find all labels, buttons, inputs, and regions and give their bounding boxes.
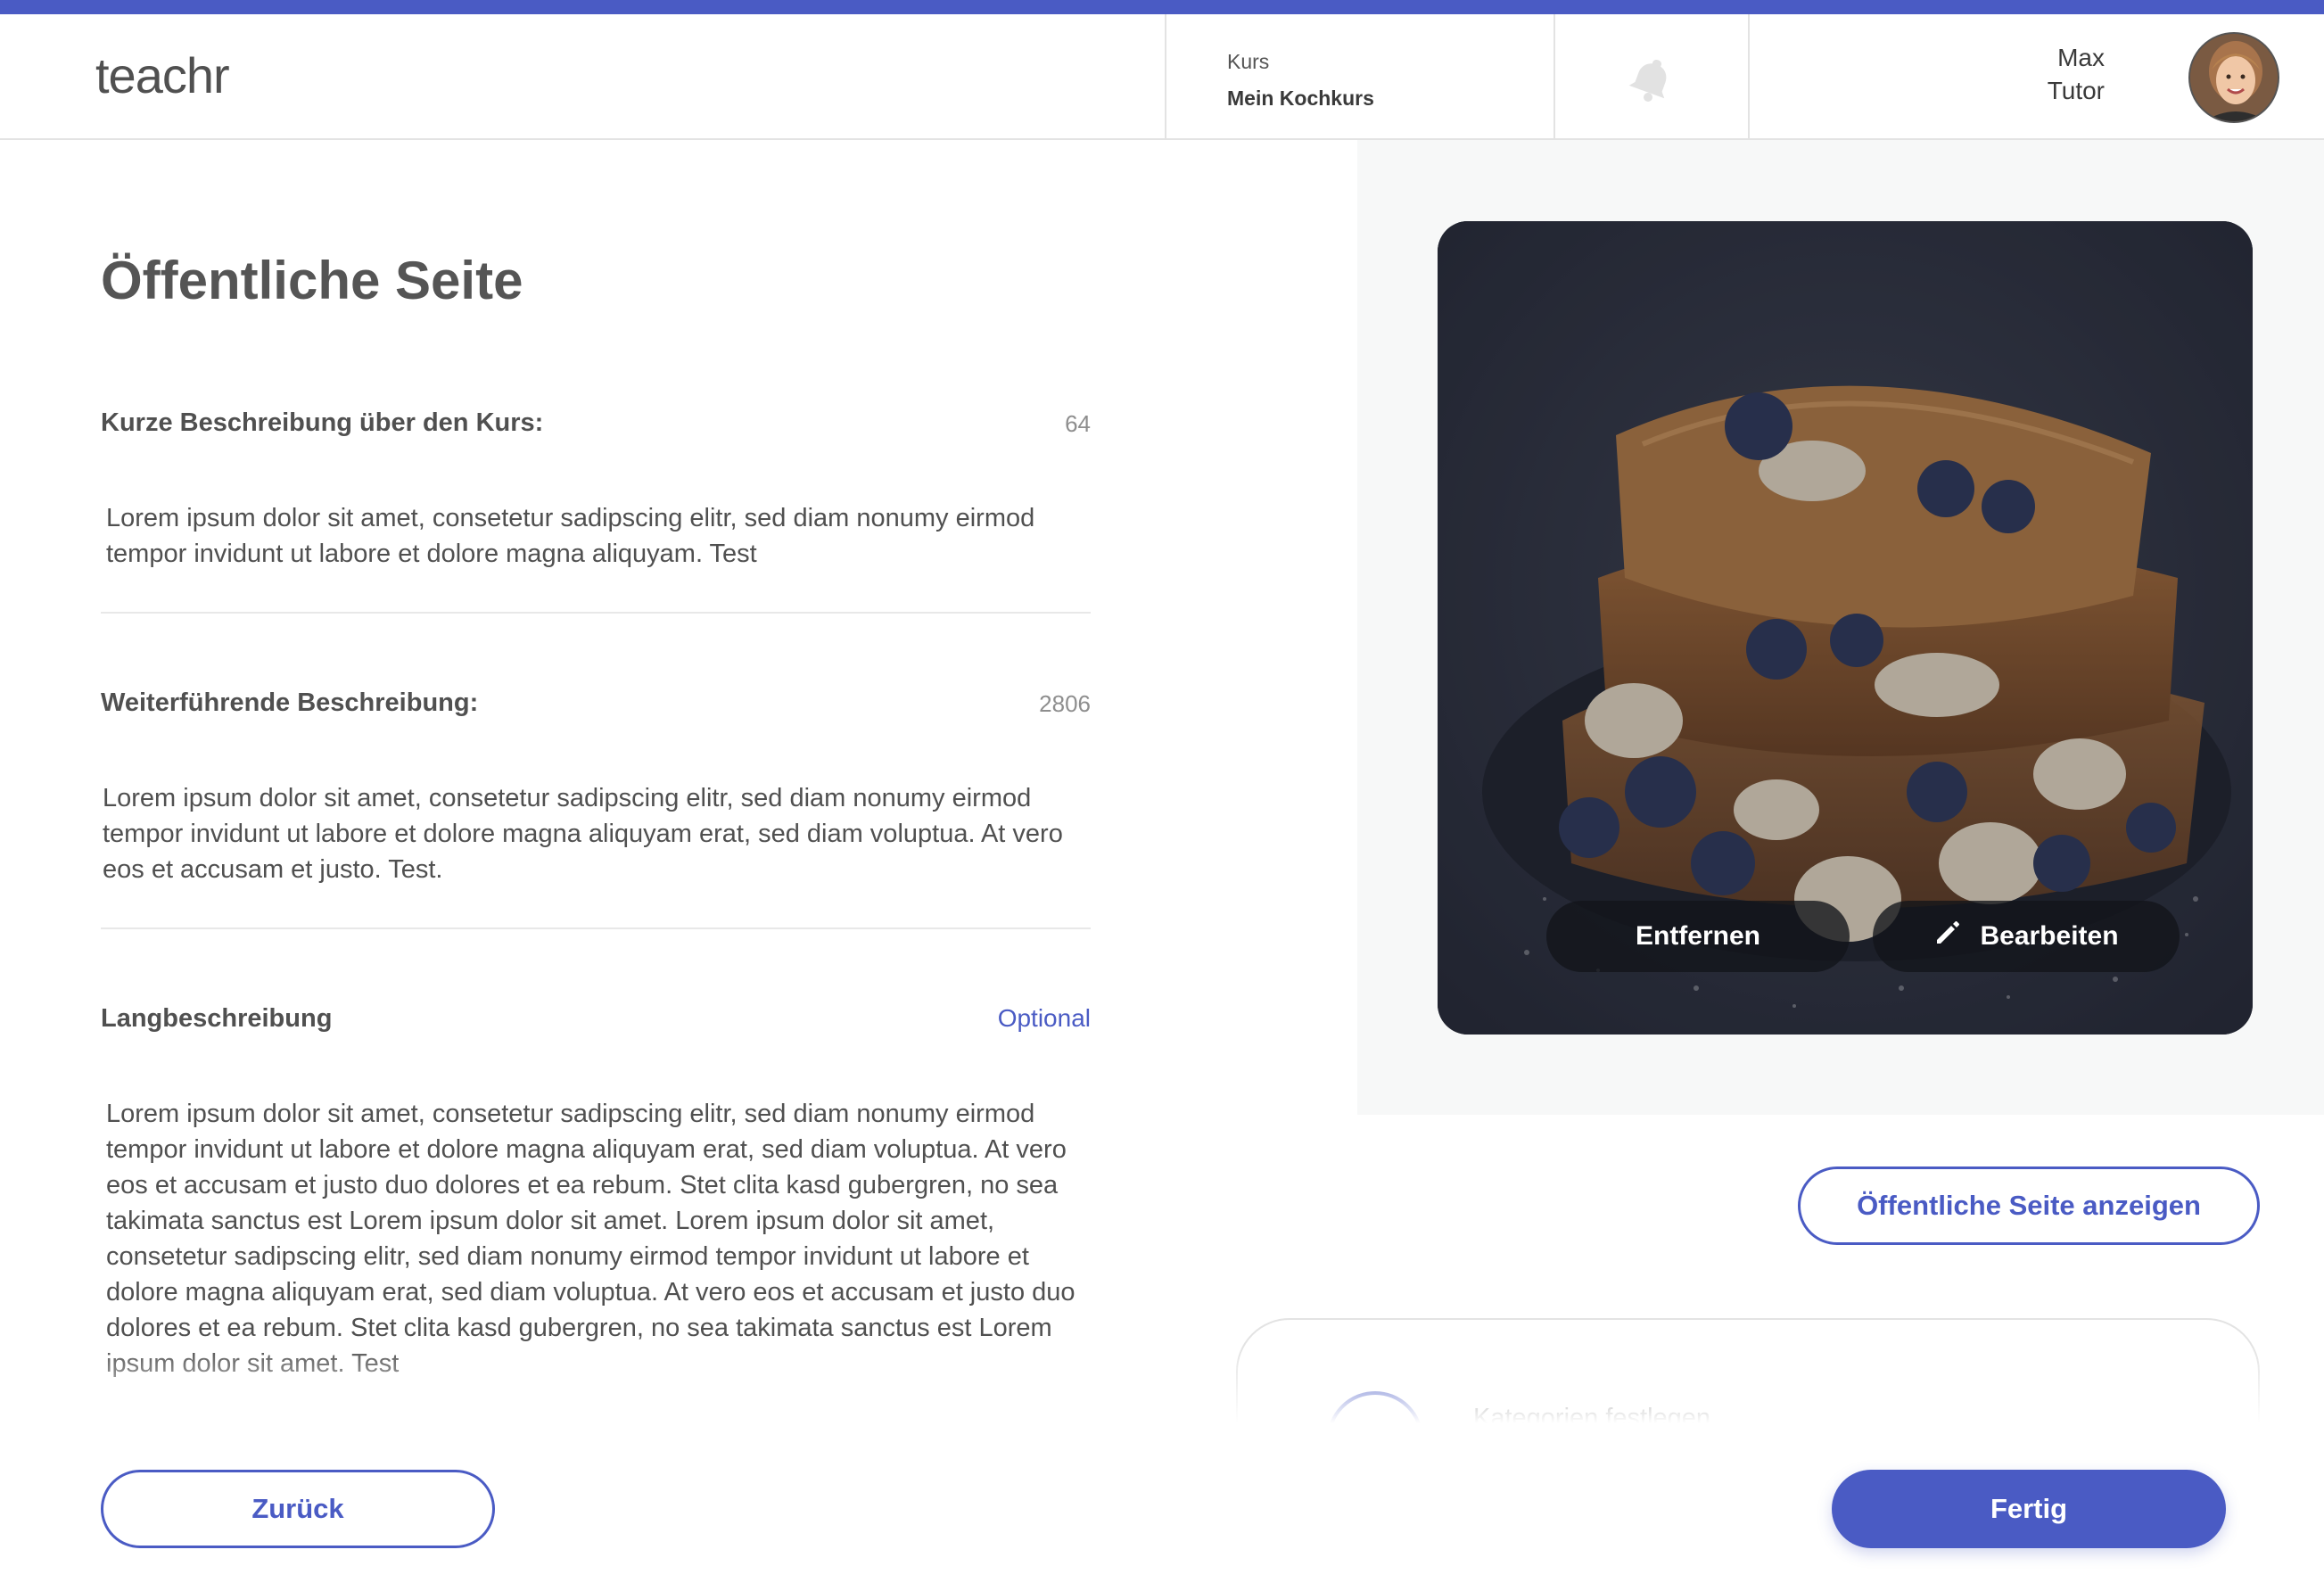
- pencil-icon: [1933, 919, 1962, 954]
- avatar[interactable]: [2188, 32, 2279, 123]
- remove-image-button[interactable]: Entfernen: [1546, 901, 1850, 972]
- edit-image-label: Bearbeiten: [1980, 921, 2119, 951]
- course-name: Mein Kochkurs: [1227, 87, 1374, 110]
- long-description-optional: Optional: [997, 1004, 1091, 1032]
- course-label: Kurs: [1227, 50, 1270, 73]
- further-description-label: Weiterführende Beschreibung:: [101, 688, 479, 717]
- user-name[interactable]: Max Tutor: [1998, 41, 2105, 107]
- view-public-page-button[interactable]: Öffentliche Seite anzeigen: [1798, 1166, 2260, 1245]
- header-divider: [1553, 14, 1555, 140]
- remove-image-label: Entfernen: [1635, 921, 1760, 951]
- edit-image-button[interactable]: Bearbeiten: [1873, 901, 2180, 972]
- field-divider: [101, 612, 1091, 614]
- short-description-input[interactable]: Lorem ipsum dolor sit amet, consetetur s…: [106, 500, 1096, 572]
- user-first-name: Max: [2057, 44, 2105, 71]
- header-divider: [1165, 14, 1166, 140]
- top-accent-bar: [0, 0, 2324, 14]
- long-description-input[interactable]: Lorem ipsum dolor sit amet, consetetur s…: [106, 1096, 1096, 1381]
- short-description-label: Kurze Beschreibung über den Kurs:: [101, 408, 544, 437]
- long-description-label: Langbeschreibung: [101, 1004, 333, 1033]
- field-divider: [101, 927, 1091, 929]
- user-last-name: Tutor: [2047, 77, 2105, 104]
- page-title: Öffentliche Seite: [101, 251, 523, 310]
- app-header: teachr Kurs Mein Kochkurs Max Tutor: [0, 14, 2324, 140]
- done-button[interactable]: Fertig: [1832, 1470, 2226, 1548]
- header-divider: [1748, 14, 1750, 140]
- further-description-count: 2806: [1039, 690, 1091, 717]
- short-description-count: 64: [1065, 410, 1091, 437]
- app-logo[interactable]: teachr: [95, 46, 230, 104]
- back-button[interactable]: Zurück: [101, 1470, 495, 1548]
- further-description-input[interactable]: Lorem ipsum dolor sit amet, consetetur s…: [103, 780, 1092, 887]
- bell-icon[interactable]: [1627, 54, 1677, 103]
- course-selector[interactable]: Kurs Mein Kochkurs: [1227, 50, 1374, 111]
